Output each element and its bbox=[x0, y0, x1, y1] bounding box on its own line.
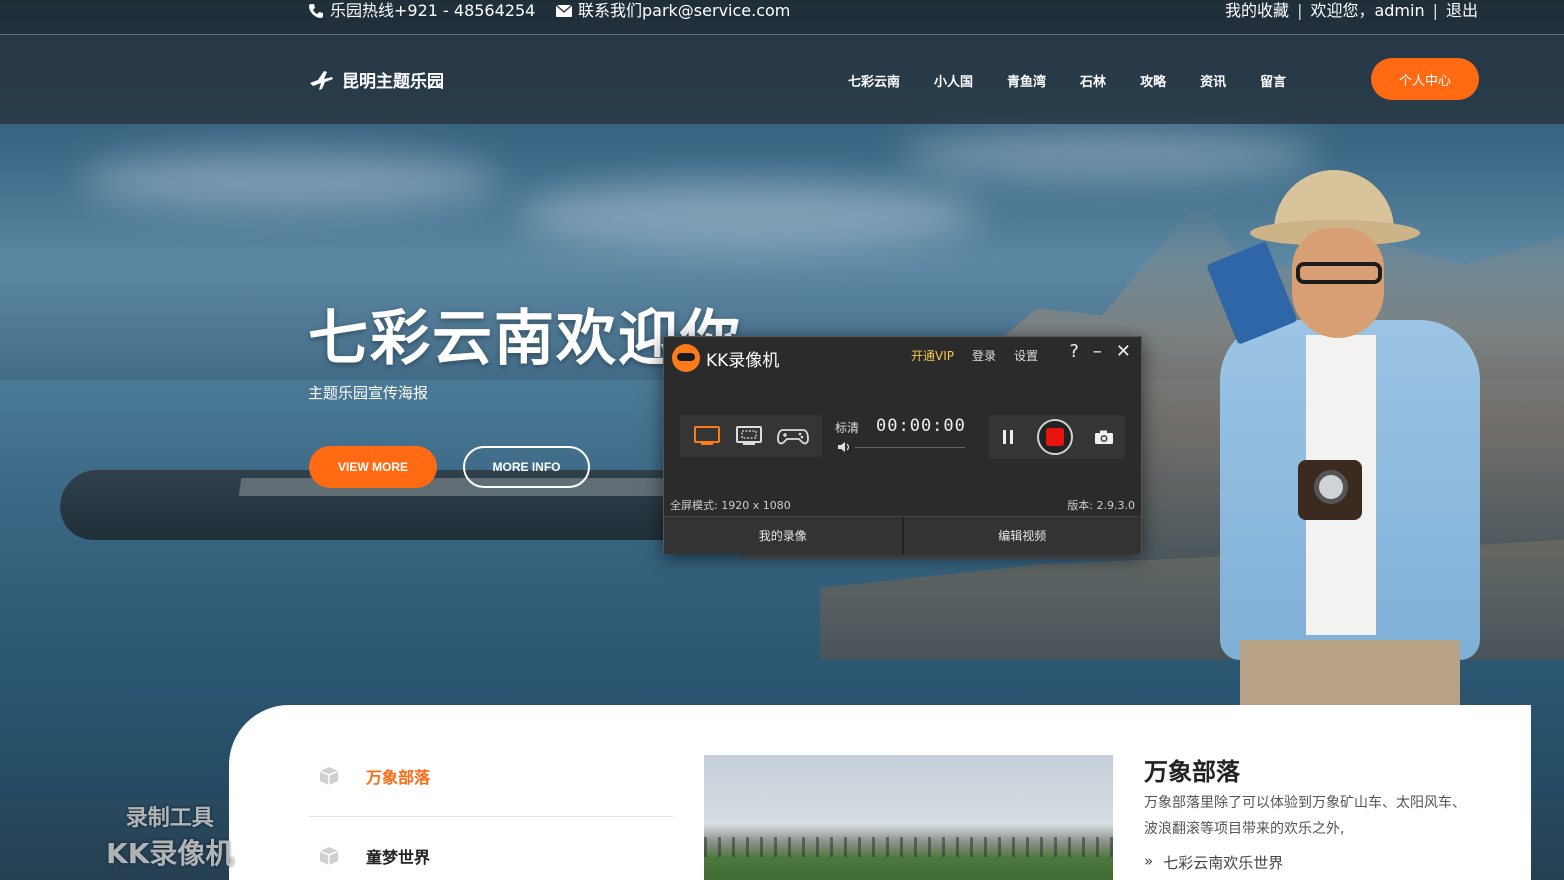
cube-icon bbox=[319, 767, 339, 785]
kk-bottom-tabs: 我的录像 编辑视频 bbox=[664, 516, 1141, 554]
kk-titlebar[interactable]: KK录像机 bbox=[672, 343, 779, 373]
tab-divider bbox=[309, 816, 673, 817]
user-links: 我的收藏 | 欢迎您，admin | 退出 bbox=[1225, 0, 1478, 22]
kk-recorder-window: KK录像机 开通VIP 登录 设置 ? – ✕ 标清 00:00:00 全屏模式… bbox=[663, 336, 1142, 554]
view-more-button[interactable]: VIEW MORE bbox=[309, 446, 437, 488]
kk-watermark: 录制工具 KK录像机 bbox=[106, 800, 233, 872]
separator: | bbox=[1432, 1, 1438, 20]
kk-version: 版本: 2.9.3.0 bbox=[1067, 499, 1135, 512]
contact[interactable]: 联系我们park@service.com bbox=[556, 0, 790, 22]
watermark-line1: 录制工具 bbox=[125, 806, 214, 831]
fullscreen-mode-icon[interactable] bbox=[693, 425, 721, 447]
tab-wanxiangbuluo[interactable]: 万象部落 bbox=[318, 764, 430, 788]
phone-icon bbox=[309, 4, 323, 18]
pause-icon[interactable] bbox=[1000, 428, 1016, 446]
info-title: 万象部落 bbox=[1144, 758, 1240, 786]
nav-item-zixun[interactable]: 资讯 bbox=[1200, 71, 1226, 90]
watermark-line2: KK录像机 bbox=[106, 837, 234, 870]
mail-icon bbox=[556, 5, 572, 17]
close-icon[interactable]: ✕ bbox=[1116, 341, 1131, 362]
kk-title-text: KK录像机 bbox=[706, 350, 780, 371]
kk-menu: 开通VIP 登录 设置 bbox=[911, 347, 1038, 364]
brand-name: 昆明主题乐园 bbox=[342, 72, 444, 92]
gamepad-icon[interactable] bbox=[777, 425, 809, 447]
record-stop-icon bbox=[1045, 428, 1064, 446]
hero-subtitle: 主题乐园宣传海报 bbox=[308, 384, 429, 402]
volume-slider[interactable] bbox=[837, 441, 967, 453]
help-icon[interactable]: ? bbox=[1069, 341, 1079, 362]
user-center-button[interactable]: 个人中心 bbox=[1371, 58, 1479, 100]
attraction-photo bbox=[704, 755, 1113, 880]
airplane-icon bbox=[310, 70, 333, 90]
info-link-text: 七彩云南欢乐世界 bbox=[1163, 854, 1284, 872]
kk-tab-edit-video[interactable]: 编辑视频 bbox=[901, 517, 1141, 554]
kk-tab-my-recordings[interactable]: 我的录像 bbox=[664, 517, 902, 554]
kk-logo-icon bbox=[672, 344, 700, 372]
kk-settings-link[interactable]: 设置 bbox=[1014, 347, 1038, 364]
nav-item-qingyuwan[interactable]: 青鱼湾 bbox=[1007, 71, 1046, 90]
tab-label: 童梦世界 bbox=[366, 848, 431, 867]
record-button[interactable] bbox=[1036, 419, 1073, 455]
nav-item-shilin[interactable]: 石林 bbox=[1080, 71, 1106, 90]
more-info-button[interactable]: MORE INFO bbox=[463, 446, 590, 488]
info-link[interactable]: » 七彩云南欢乐世界 bbox=[1144, 852, 1283, 873]
info-description: 万象部落里除了可以体验到万象矿山车、太阳风车、波浪翻滚等项目带来的欢乐之外, bbox=[1144, 795, 1466, 837]
main-nav: 七彩云南 小人国 青鱼湾 石林 攻略 资讯 留言 bbox=[848, 71, 1286, 90]
camera-icon[interactable] bbox=[1094, 429, 1114, 445]
kk-login-link[interactable]: 登录 bbox=[972, 347, 996, 364]
kk-window-buttons: ? – ✕ bbox=[1069, 341, 1131, 362]
kk-vip-link[interactable]: 开通VIP bbox=[911, 347, 954, 364]
top-bar: 乐园热线+921 - 48564254 联系我们park@service.com… bbox=[0, 0, 1564, 35]
welcome-text: 欢迎您，admin bbox=[1310, 1, 1425, 20]
kk-mode-selector bbox=[680, 415, 822, 457]
separator: | bbox=[1297, 1, 1303, 20]
brand-logo[interactable]: 昆明主题乐园 bbox=[308, 67, 444, 92]
region-mode-icon[interactable] bbox=[735, 425, 763, 447]
nav-item-liuyan[interactable]: 留言 bbox=[1260, 71, 1286, 90]
kk-quality-label[interactable]: 标清 bbox=[835, 419, 859, 436]
minimize-icon[interactable]: – bbox=[1093, 341, 1102, 362]
tab-label: 万象部落 bbox=[366, 768, 431, 787]
kk-controls bbox=[989, 415, 1125, 459]
main-header: 昆明主题乐园 七彩云南 小人国 青鱼湾 石林 攻略 资讯 留言 个人中心 bbox=[0, 35, 1564, 124]
nav-item-gonglue[interactable]: 攻略 bbox=[1140, 71, 1166, 90]
favorites-link[interactable]: 我的收藏 bbox=[1225, 0, 1289, 22]
hotline-text: 乐园热线+921 - 48564254 bbox=[330, 1, 536, 20]
cube-icon bbox=[319, 847, 339, 865]
tab-tongmengshijie[interactable]: 童梦世界 bbox=[318, 844, 430, 868]
logout-link[interactable]: 退出 bbox=[1446, 0, 1478, 22]
nav-item-qicaiyunnan[interactable]: 七彩云南 bbox=[848, 71, 900, 90]
cloud bbox=[520, 180, 980, 250]
contact-text: 联系我们park@service.com bbox=[578, 1, 791, 20]
nav-item-xiaorenguo[interactable]: 小人国 bbox=[934, 71, 973, 90]
pier-deck bbox=[238, 478, 672, 496]
kk-mode-status: 全屏模式: 1920 x 1080 bbox=[670, 499, 791, 512]
cloud bbox=[80, 150, 500, 210]
tourist-figure bbox=[1206, 170, 1500, 710]
hotline: 乐园热线+921 - 48564254 bbox=[308, 0, 535, 22]
double-chevron-icon: » bbox=[1144, 852, 1154, 870]
kk-timer: 00:00:00 bbox=[876, 416, 966, 436]
